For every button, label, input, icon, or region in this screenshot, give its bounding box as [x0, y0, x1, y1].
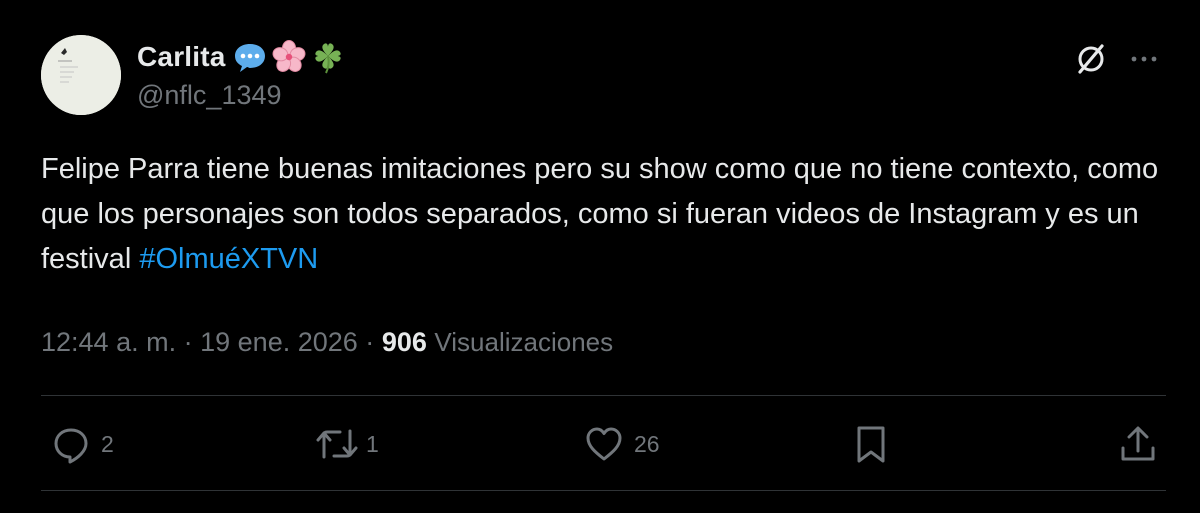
share-icon: [1121, 426, 1155, 461]
four-leaf-clover-emoji-icon: [310, 39, 346, 75]
bookmark-icon: [857, 426, 885, 463]
like-count: 26: [634, 430, 660, 457]
grok-icon[interactable]: [1072, 40, 1110, 78]
tweet-meta: 12:44 a. m. · 19 ene. 2026 · 906 Visuali…: [41, 322, 613, 362]
tweet-text: Felipe Parra tiene buenas imitaciones pe…: [41, 147, 1166, 282]
cherry-blossom-emoji-icon: [271, 39, 307, 75]
views-count: 906: [381, 327, 427, 357]
divider-bottom: [41, 490, 1166, 491]
tweet-date[interactable]: 19 ene. 2026: [200, 327, 358, 357]
meta-separator: ·: [183, 327, 193, 357]
more-options-icon[interactable]: [1127, 42, 1161, 76]
meta-separator-2: ·: [365, 327, 375, 357]
tweet-time[interactable]: 12:44 a. m.: [41, 327, 176, 357]
display-name[interactable]: Carlita: [137, 41, 226, 73]
repost-button[interactable]: 1: [314, 422, 379, 466]
repost-count: 1: [366, 430, 379, 457]
views-label: Visualizaciones: [434, 327, 614, 357]
user-handle[interactable]: @nflc_1349: [137, 80, 282, 111]
speech-bubble-emoji-icon: [232, 39, 268, 75]
hashtag-link[interactable]: #OlmuéXTVN: [139, 243, 318, 275]
like-button[interactable]: 26: [584, 422, 660, 466]
heart-icon: [586, 427, 622, 461]
reply-icon: [54, 428, 88, 464]
tweet-card: Carlita @nflc_1349 Felipe Parra tiene bu…: [0, 0, 1200, 513]
reply-button[interactable]: 2: [51, 422, 114, 466]
bookmark-button[interactable]: [853, 422, 889, 466]
reply-count: 2: [101, 430, 114, 457]
avatar[interactable]: [41, 35, 121, 115]
divider-top: [41, 395, 1166, 396]
share-button[interactable]: [1118, 422, 1158, 466]
user-name-row[interactable]: Carlita: [137, 38, 346, 76]
repost-icon: [316, 429, 358, 459]
